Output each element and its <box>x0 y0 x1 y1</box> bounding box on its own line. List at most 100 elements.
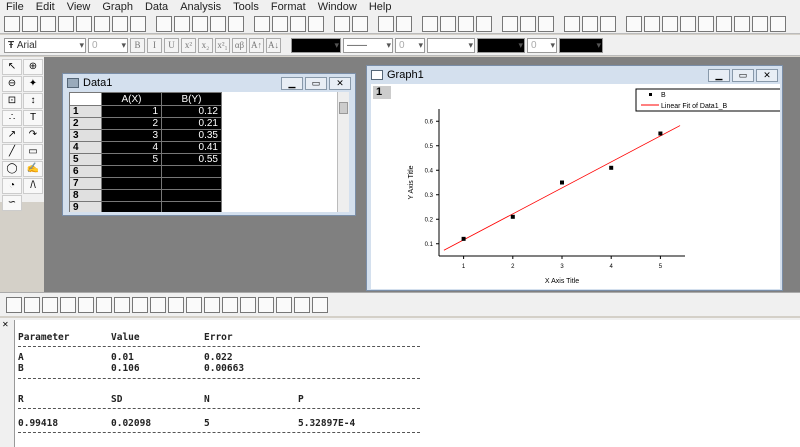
toolbar-button-icon[interactable] <box>174 15 190 32</box>
tool-icon[interactable]: ↕ <box>23 93 43 109</box>
cell[interactable] <box>161 201 222 212</box>
plot-type-icon[interactable] <box>60 296 76 313</box>
tool-icon[interactable]: ↷ <box>23 127 43 143</box>
tool-icon[interactable]: ⊖ <box>2 76 22 92</box>
corner-cell[interactable] <box>69 92 102 106</box>
toolbar-button-icon[interactable] <box>130 15 146 32</box>
column-header[interactable]: B(Y) <box>161 92 222 106</box>
minimize-button[interactable]: ▁ <box>281 76 303 90</box>
plot-type-icon[interactable] <box>114 296 130 313</box>
cell[interactable]: 0.41 <box>161 141 222 154</box>
pattern-color-select[interactable] <box>559 37 603 53</box>
menu-edit[interactable]: Edit <box>30 0 61 14</box>
plot-type-icon[interactable] <box>312 296 328 313</box>
toolbar-button-icon[interactable] <box>228 15 244 32</box>
tool-icon[interactable]: ⊕ <box>23 59 43 75</box>
plot-type-icon[interactable] <box>132 296 148 313</box>
plot-type-icon[interactable] <box>168 296 184 313</box>
toolbar-button-icon[interactable] <box>440 15 456 32</box>
toolbar-button-icon[interactable] <box>734 15 750 32</box>
toolbar-button-icon[interactable] <box>476 15 492 32</box>
cell[interactable] <box>101 177 162 190</box>
color-select[interactable] <box>291 37 341 53</box>
toolbar-button-icon[interactable] <box>210 15 226 32</box>
menu-view[interactable]: View <box>61 0 97 14</box>
maximize-button[interactable]: ▭ <box>305 76 327 90</box>
tool-icon[interactable]: ✍ <box>23 161 43 177</box>
toolbar-button-icon[interactable] <box>352 15 368 32</box>
cell[interactable] <box>101 189 162 202</box>
plot-type-icon[interactable] <box>294 296 310 313</box>
format-button[interactable]: x²₁ <box>215 37 230 53</box>
maximize-button[interactable]: ▭ <box>732 68 754 82</box>
toolbar-button-icon[interactable] <box>520 15 536 32</box>
toolbar-button-icon[interactable] <box>502 15 518 32</box>
font-size-select[interactable]: 0 <box>88 37 128 53</box>
format-button[interactable]: A↑ <box>249 37 264 53</box>
fill-select[interactable] <box>427 37 475 53</box>
vertical-scrollbar[interactable] <box>337 92 349 212</box>
format-button[interactable]: x₂ <box>198 37 213 53</box>
menu-format[interactable]: Format <box>265 0 312 14</box>
cell[interactable]: 0.55 <box>161 153 222 166</box>
row-header[interactable]: 6 <box>69 165 102 178</box>
tool-icon[interactable]: ◔ <box>2 178 22 194</box>
tool-icon[interactable]: ⊡ <box>2 93 22 109</box>
tool-icon[interactable]: ◯ <box>2 161 22 177</box>
plot-type-icon[interactable] <box>24 296 40 313</box>
toolbar-button-icon[interactable] <box>290 15 306 32</box>
toolbar-button-icon[interactable] <box>378 15 394 32</box>
plot-type-icon[interactable] <box>78 296 94 313</box>
tool-icon[interactable]: ∽ <box>2 195 22 211</box>
close-button[interactable]: ✕ <box>329 76 351 90</box>
toolbar-button-icon[interactable] <box>582 15 598 32</box>
row-header[interactable]: 7 <box>69 177 102 190</box>
row-header[interactable]: 5 <box>69 153 102 166</box>
row-header[interactable]: 8 <box>69 189 102 202</box>
format-button[interactable]: I <box>147 37 162 53</box>
format-button[interactable]: B <box>130 37 145 53</box>
plot-type-icon[interactable] <box>258 296 274 313</box>
plot-type-icon[interactable] <box>96 296 112 313</box>
toolbar-button-icon[interactable] <box>308 15 324 32</box>
cell[interactable] <box>161 177 222 190</box>
toolbar-button-icon[interactable] <box>58 15 74 32</box>
format-button[interactable]: A↓ <box>266 37 281 53</box>
cell[interactable]: 1 <box>101 105 162 118</box>
toolbar-button-icon[interactable] <box>626 15 642 32</box>
format-button[interactable]: U <box>164 37 179 53</box>
menu-analysis[interactable]: Analysis <box>174 0 227 14</box>
cell[interactable]: 5 <box>101 153 162 166</box>
toolbar-button-icon[interactable] <box>716 15 732 32</box>
menu-window[interactable]: Window <box>312 0 363 14</box>
cell[interactable]: 0.12 <box>161 105 222 118</box>
toolbar-button-icon[interactable] <box>22 15 38 32</box>
toolbar-button-icon[interactable] <box>156 15 172 32</box>
plot-type-icon[interactable] <box>204 296 220 313</box>
tool-icon[interactable]: ∴ <box>2 110 22 126</box>
pattern-select[interactable]: 0 <box>527 37 557 53</box>
cell[interactable] <box>161 189 222 202</box>
plot-type-icon[interactable] <box>6 296 22 313</box>
toolbar-button-icon[interactable] <box>4 15 20 32</box>
row-header[interactable]: 1 <box>69 105 102 118</box>
close-button[interactable]: ✕ <box>756 68 778 82</box>
toolbar-button-icon[interactable] <box>192 15 208 32</box>
tool-icon[interactable]: ↖ <box>2 59 22 75</box>
line-width-select[interactable]: 0 <box>395 37 425 53</box>
toolbar-button-icon[interactable] <box>752 15 768 32</box>
menu-data[interactable]: Data <box>139 0 174 14</box>
minimize-button[interactable]: ▁ <box>708 68 730 82</box>
cell[interactable]: 0.21 <box>161 117 222 130</box>
toolbar-button-icon[interactable] <box>396 15 412 32</box>
fill-color-select[interactable] <box>477 37 525 53</box>
plot-type-icon[interactable] <box>186 296 202 313</box>
toolbar-button-icon[interactable] <box>458 15 474 32</box>
format-button[interactable]: x² <box>181 37 196 53</box>
menu-graph[interactable]: Graph <box>96 0 139 14</box>
row-header[interactable]: 3 <box>69 129 102 142</box>
column-header[interactable]: A(X) <box>101 92 162 106</box>
tool-icon[interactable]: /\ <box>23 178 43 194</box>
tool-icon[interactable]: ▭ <box>23 144 43 160</box>
close-icon[interactable]: ✕ <box>2 320 9 329</box>
